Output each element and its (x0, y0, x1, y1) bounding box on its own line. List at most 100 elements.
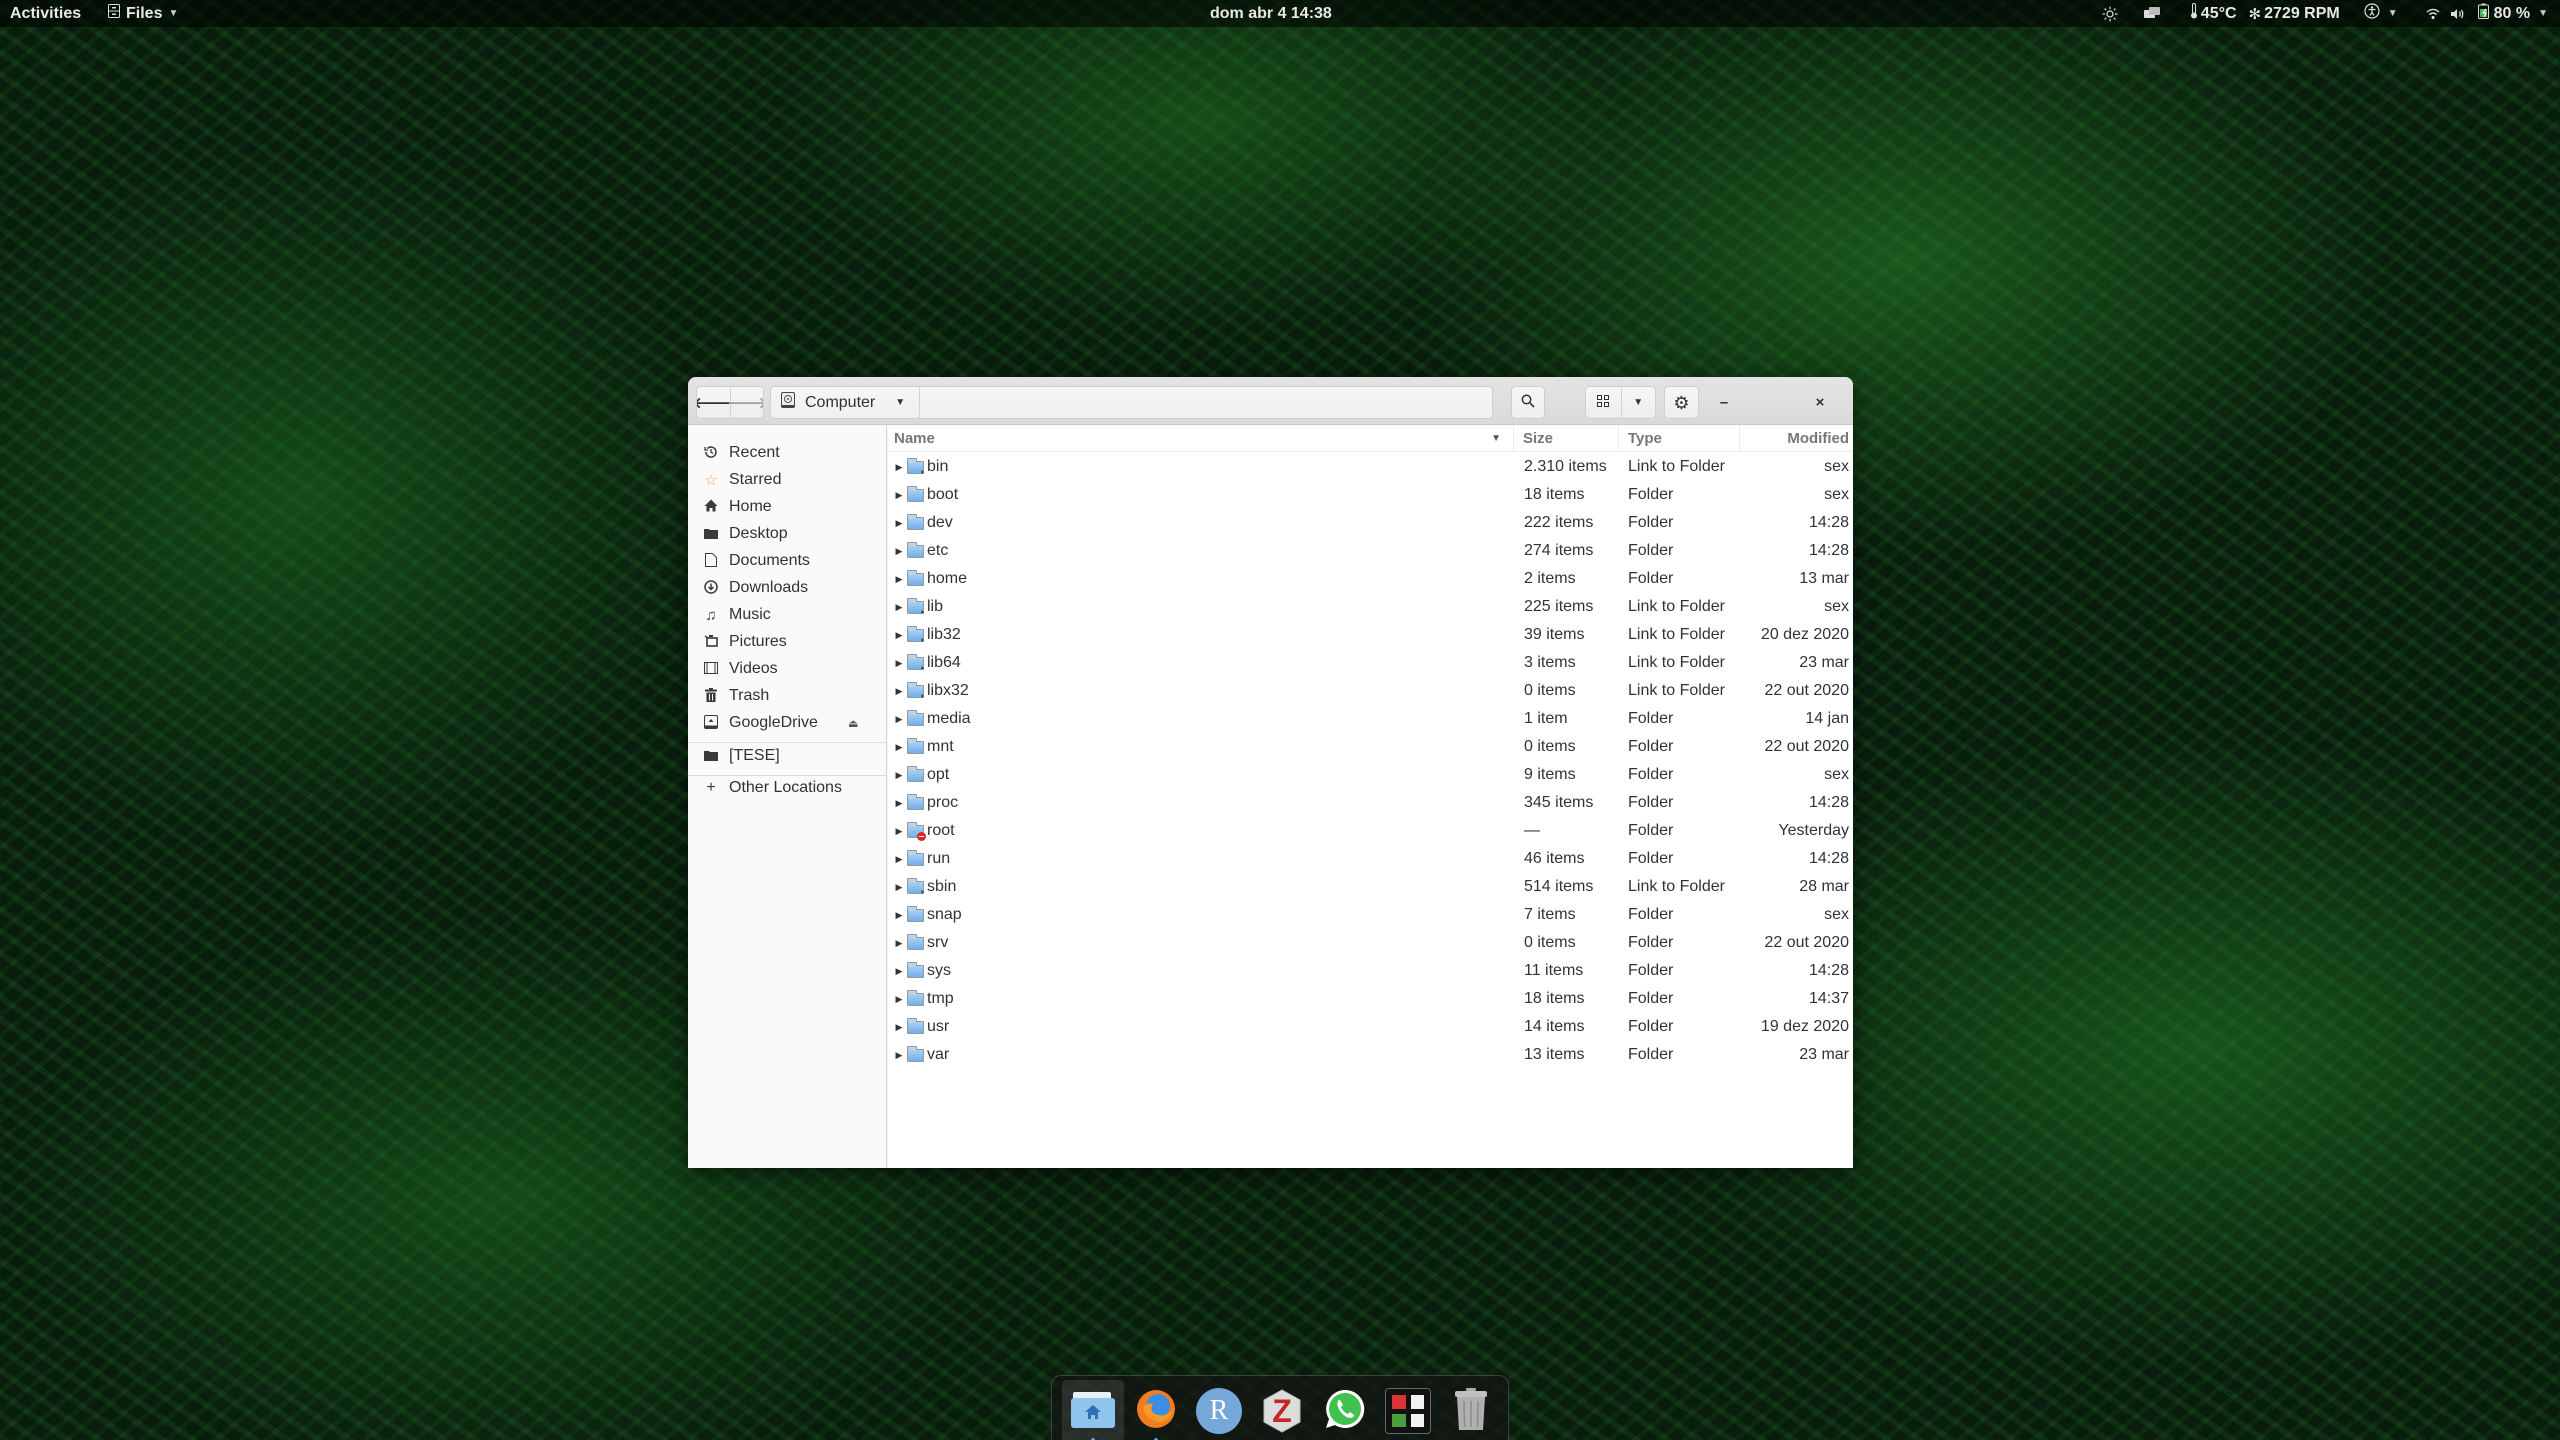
brightness-icon[interactable] (2102, 6, 2118, 22)
file-row[interactable]: ▶ proc 345 items Folder 14:28 (888, 789, 1853, 817)
file-row[interactable]: ▶ home 2 items Folder 13 mar (888, 565, 1853, 593)
expand-toggle[interactable]: ▶ (892, 873, 906, 901)
search-button[interactable] (1511, 386, 1545, 419)
file-row[interactable]: ▶ libx32 0 items Link to Folder 22 out 2020 (888, 677, 1853, 705)
dock-item-app-grid[interactable] (1377, 1380, 1439, 1440)
dock-item-zotero[interactable]: Z (1251, 1380, 1313, 1440)
expand-toggle[interactable]: ▶ (892, 1041, 906, 1069)
expand-toggle[interactable]: ▶ (892, 789, 906, 817)
forward-button[interactable]: 🡒 (727, 387, 763, 418)
file-row[interactable]: ▶ sys 11 items Folder 14:28 (888, 957, 1853, 985)
temperature-indicator[interactable]: 45°C (2190, 3, 2237, 24)
file-name: sys (927, 962, 951, 979)
display-icon[interactable] (2143, 6, 2160, 21)
file-row[interactable]: ▶ lib 225 items Link to Folder sex (888, 593, 1853, 621)
file-size: 0 items (1524, 934, 1576, 951)
expand-toggle[interactable]: ▶ (892, 509, 906, 537)
folder-link-icon (907, 649, 925, 677)
volume-icon[interactable] (2450, 7, 2466, 21)
file-row[interactable]: ▶ media 1 item Folder 14 jan (888, 705, 1853, 733)
grid-view-button[interactable] (1586, 387, 1621, 418)
sidebar-item-label: Music (729, 606, 771, 623)
firefox-icon (1135, 1388, 1177, 1435)
file-row[interactable]: ▶ bin 2.310 items Link to Folder sex (888, 453, 1853, 481)
file-type: Folder (1628, 738, 1674, 755)
expand-toggle[interactable]: ▶ (892, 957, 906, 985)
expand-toggle[interactable]: ▶ (892, 705, 906, 733)
trash-icon (703, 687, 719, 705)
expand-toggle[interactable]: ▶ (892, 929, 906, 957)
file-size: 18 items (1524, 990, 1585, 1007)
expand-toggle[interactable]: ▶ (892, 677, 906, 705)
expand-toggle[interactable]: ▶ (892, 901, 906, 929)
dock-item-files[interactable] (1062, 1380, 1124, 1440)
dock-item-firefox[interactable] (1125, 1380, 1187, 1440)
dock-item-rstudio[interactable]: R (1188, 1380, 1250, 1440)
file-row[interactable]: ▶ lib64 3 items Link to Folder 23 mar (888, 649, 1853, 677)
file-row[interactable]: ▶ dev 222 items Folder 14:28 (888, 509, 1853, 537)
folder-link-icon (907, 621, 925, 649)
file-size: 3 items (1524, 654, 1576, 671)
file-size: 0 items (1524, 738, 1576, 755)
file-row[interactable]: ▶ opt 9 items Folder sex (888, 761, 1853, 789)
dock-item-whatsapp[interactable] (1314, 1380, 1376, 1440)
expand-toggle[interactable]: ▶ (892, 1013, 906, 1041)
column-modified-label: Modified (1787, 430, 1849, 447)
wifi-icon[interactable] (2426, 8, 2440, 20)
file-row[interactable]: ▶ usr 14 items Folder 19 dez 2020 (888, 1013, 1853, 1041)
column-modified[interactable]: Modified (1741, 425, 1849, 452)
clock[interactable]: dom abr 4 14:38 (1210, 0, 1332, 27)
location-label: Computer (805, 393, 876, 411)
expand-toggle[interactable]: ▶ (892, 453, 906, 481)
expand-toggle[interactable]: ▶ (892, 845, 906, 873)
eject-button[interactable]: ⏏ (848, 717, 858, 730)
back-button[interactable]: 🡐 (697, 387, 733, 418)
column-type[interactable]: Type (1620, 425, 1740, 452)
file-row[interactable]: ▶ root — Folder Yesterday (888, 817, 1853, 845)
sidebar-item-other-locations[interactable]: + Other Locations (688, 770, 887, 806)
expand-toggle[interactable]: ▶ (892, 481, 906, 509)
clock-label: dom abr 4 14:38 (1210, 4, 1332, 22)
expand-toggle[interactable]: ▶ (892, 565, 906, 593)
expand-toggle[interactable]: ▶ (892, 761, 906, 789)
expander-arrow-icon: ▶ (895, 601, 903, 612)
folder-icon (907, 845, 925, 873)
expand-toggle[interactable]: ▶ (892, 621, 906, 649)
view-options-button[interactable]: ▼ (1620, 387, 1656, 418)
expand-toggle[interactable]: ▶ (892, 649, 906, 677)
file-row[interactable]: ▶ run 46 items Folder 14:28 (888, 845, 1853, 873)
expand-toggle[interactable]: ▶ (892, 985, 906, 1013)
minimize-button[interactable]: – (1709, 386, 1739, 419)
expand-toggle[interactable]: ▶ (892, 817, 906, 845)
expand-toggle[interactable]: ▶ (892, 593, 906, 621)
dock-item-trash[interactable] (1440, 1380, 1502, 1440)
fan-indicator[interactable]: ✻ 2729 RPM (2249, 5, 2340, 23)
menu-button[interactable]: ⚙ (1664, 386, 1699, 419)
file-name: srv (927, 934, 949, 951)
sidebar-item-tese[interactable]: [TESE] (688, 738, 887, 774)
home-icon (703, 499, 719, 515)
sidebar-item-label: Other Locations (729, 779, 842, 796)
file-row[interactable]: ▶ boot 18 items Folder sex (888, 481, 1853, 509)
file-row[interactable]: ▶ mnt 0 items Folder 22 out 2020 (888, 733, 1853, 761)
activities-button[interactable]: Activities (10, 0, 81, 27)
app-menu[interactable]: Files ▼ (108, 0, 178, 27)
sidebar-item-googledrive[interactable]: GoogleDrive ⏏ (688, 705, 887, 741)
battery-indicator[interactable]: 80 % ▼ (2477, 3, 2548, 24)
file-row[interactable]: ▶ snap 7 items Folder sex (888, 901, 1853, 929)
column-name[interactable]: Name ▼ (894, 425, 1514, 452)
close-button[interactable]: × (1805, 386, 1835, 419)
file-row[interactable]: ▶ lib32 39 items Link to Folder 20 dez 2020 (888, 621, 1853, 649)
path-button-computer[interactable]: Computer ▼ (771, 387, 921, 418)
expand-toggle[interactable]: ▶ (892, 733, 906, 761)
file-row[interactable]: ▶ tmp 18 items Folder 14:37 (888, 985, 1853, 1013)
file-row[interactable]: ▶ var 13 items Folder 23 mar (888, 1041, 1853, 1069)
column-size[interactable]: Size (1515, 425, 1619, 452)
file-row[interactable]: ▶ srv 0 items Folder 22 out 2020 (888, 929, 1853, 957)
file-row[interactable]: ▶ etc 274 items Folder 14:28 (888, 537, 1853, 565)
expand-toggle[interactable]: ▶ (892, 537, 906, 565)
accessibility-menu[interactable]: ▼ (2364, 3, 2398, 24)
file-row[interactable]: ▶ sbin 514 items Link to Folder 28 mar (888, 873, 1853, 901)
thermometer-icon (2190, 3, 2198, 24)
file-type: Link to Folder (1628, 626, 1725, 643)
